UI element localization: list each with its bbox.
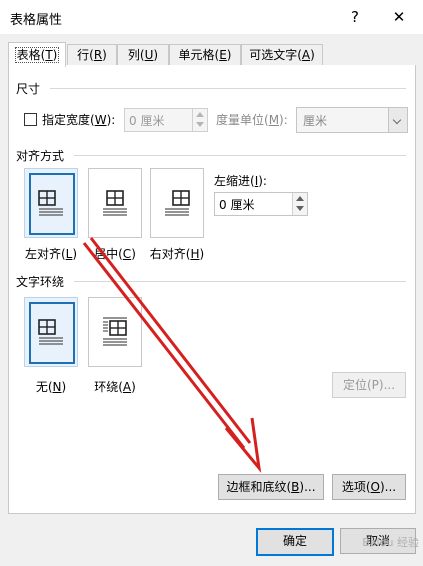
tab-table[interactable]: 表格(T) <box>8 42 66 67</box>
watermark-logo: Baidu 经验 <box>355 536 419 562</box>
arrow-shaft <box>89 237 252 444</box>
arrow-head <box>224 417 262 474</box>
tab-label: 表格(T) <box>14 47 60 63</box>
annotation-arrow <box>82 237 262 474</box>
arrow-shaft <box>82 242 246 449</box>
watermark-text: Baidu 经验 <box>362 536 419 549</box>
